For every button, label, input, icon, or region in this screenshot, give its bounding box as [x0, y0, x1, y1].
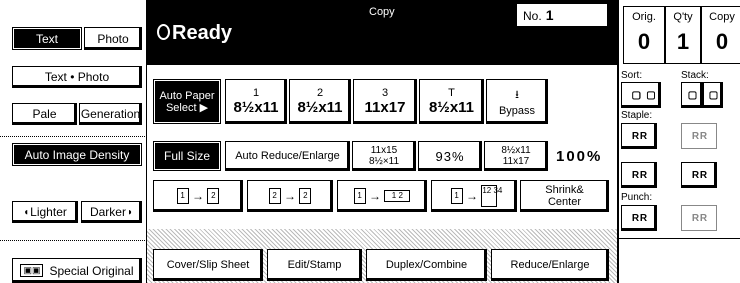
- auto-image-density-button[interactable]: Auto Image Density: [12, 143, 142, 166]
- tray-t-size: 8½x11: [428, 99, 475, 116]
- photo-button[interactable]: Photo: [84, 27, 142, 50]
- special-original-icon: ▣▣: [20, 264, 44, 277]
- 1-to-combine-4-button[interactable]: 1 → 12 34: [431, 180, 517, 212]
- pale-button[interactable]: Pale: [12, 103, 77, 125]
- preset-ratio-3-bottom: 11x17: [502, 156, 530, 167]
- preset-ratio-2-button[interactable]: 93%: [418, 141, 482, 171]
- preset-ratio-1-top: 11x15: [370, 145, 398, 156]
- text-photo-button[interactable]: Text • Photo: [12, 66, 142, 88]
- full-size-button[interactable]: Full Size: [153, 141, 221, 171]
- two-sided-icon: 2: [207, 188, 220, 204]
- tray-t-number: T: [448, 87, 455, 99]
- copies-value: 0: [715, 29, 729, 54]
- ready-icon: [157, 24, 170, 40]
- quantity-value: 1: [676, 29, 690, 54]
- preset-ratio-1-button[interactable]: 11x15 8½×11: [352, 141, 416, 171]
- tab-reduce-enlarge[interactable]: Reduce/Enlarge: [491, 249, 609, 281]
- one-sided-icon: 1: [450, 188, 463, 204]
- status-label: Ready: [172, 22, 233, 44]
- tray-1-size: 8½x11: [233, 99, 279, 116]
- program-number-label: No.: [523, 9, 542, 23]
- original-type-panel: Text Photo Text • Photo Pale Generation …: [0, 0, 147, 283]
- one-sided-icon: 1: [176, 188, 189, 204]
- counter-finishing-panel: Orig. 0 Q'ty 1 Copy 0 Sort: Stack: ▢▢ ▢ …: [617, 0, 740, 283]
- tray-2-number: 2: [316, 87, 324, 99]
- tray-3-size: 11x17: [364, 99, 406, 116]
- preset-ratio-3-top: 8½x11: [501, 145, 531, 156]
- copies-label: Copy: [709, 11, 735, 23]
- staple-left-two-button[interactable]: R R: [621, 162, 657, 188]
- current-ratio: 100%: [556, 148, 603, 165]
- sort-label: Sort:: [621, 70, 643, 81]
- two-sided-icon: 2: [299, 188, 312, 204]
- tray-1-button[interactable]: 1 8½x11: [225, 79, 287, 124]
- quantity-counter: Q'ty 1: [665, 6, 701, 64]
- tray-t-button[interactable]: T 8½x11: [419, 79, 484, 124]
- darker-button[interactable]: Darker ◗: [81, 201, 142, 223]
- tab-duplex-combine[interactable]: Duplex/Combine: [366, 249, 487, 281]
- originals-value: 0: [637, 29, 651, 54]
- generation-button[interactable]: Generation: [79, 103, 142, 125]
- staple-top-right-button[interactable]: R R: [681, 123, 717, 149]
- copies-counter: Copy 0: [701, 6, 740, 64]
- auto-paper-select-label: Auto Paper Select ▶: [159, 89, 215, 114]
- preset-ratio-1-bottom: 8½×11: [368, 156, 400, 167]
- originals-label: Orig.: [632, 11, 656, 23]
- tab-cover-slip-sheet[interactable]: Cover/Slip Sheet: [153, 249, 263, 281]
- text-button[interactable]: Text: [12, 27, 82, 50]
- punch-label: Punch:: [621, 192, 653, 203]
- sort-rotate-button[interactable]: ▢: [641, 82, 661, 108]
- one-sided-icon: 1: [353, 188, 366, 204]
- stack-label: Stack:: [681, 70, 709, 81]
- staple-top-two-button[interactable]: R R: [681, 162, 717, 188]
- tray-3-button[interactable]: 3 11x17: [353, 79, 417, 124]
- quantity-label: Q'ty: [673, 11, 693, 23]
- darker-icon: ◗: [126, 206, 134, 218]
- tab-edit-stamp[interactable]: Edit/Stamp: [267, 249, 362, 281]
- special-original-button[interactable]: ▣▣ Special Original: [12, 258, 142, 283]
- stack-rotate-button[interactable]: ▢: [703, 82, 723, 108]
- program-number-value: 1: [545, 7, 554, 23]
- staple-label: Staple:: [621, 110, 653, 121]
- mode-label: Copy: [369, 6, 395, 18]
- two-sided-icon: 2: [268, 188, 281, 204]
- bypass-button[interactable]: ⭳ Bypass: [486, 79, 548, 124]
- combine-four-icon: 12 34: [481, 185, 502, 207]
- combine-two-icon: 1 2: [384, 190, 411, 202]
- tray-2-button[interactable]: 2 8½x11: [289, 79, 351, 124]
- lighter-button[interactable]: ◖ Lighter: [12, 201, 78, 223]
- punch-left-button[interactable]: R R: [621, 205, 657, 231]
- shrink-center-label: Shrink& Center: [545, 184, 584, 208]
- shrink-center-button[interactable]: Shrink& Center: [520, 180, 609, 212]
- auto-reduce-enlarge-button[interactable]: Auto Reduce/Enlarge: [225, 141, 350, 171]
- originals-counter: Orig. 0: [623, 6, 665, 64]
- bypass-label: Bypass: [498, 105, 536, 117]
- program-number: No. 1: [517, 4, 607, 26]
- staple-top-left-button[interactable]: R R: [621, 123, 657, 149]
- tray-3-number: 3: [381, 87, 389, 99]
- status-ready: Ready: [157, 22, 232, 45]
- lighter-label: Lighter: [30, 205, 67, 219]
- special-original-label: Special Original: [49, 263, 134, 278]
- punch-top-button[interactable]: R R: [681, 205, 717, 231]
- tray-1-number: 1: [252, 87, 260, 99]
- panel-divider: [619, 238, 740, 239]
- auto-paper-select-button[interactable]: Auto Paper Select ▶: [153, 79, 221, 124]
- bypass-icon: ⭳: [515, 89, 519, 101]
- 1-to-combine-button[interactable]: 1 → 1 2: [337, 180, 427, 212]
- stack-button[interactable]: ▢: [681, 82, 703, 108]
- 2-to-2-sided-button[interactable]: 2 → 2: [247, 180, 333, 212]
- tray-2-size: 8½x11: [297, 99, 343, 116]
- preset-ratio-3-button[interactable]: 8½x11 11x17: [484, 141, 548, 171]
- darker-label: Darker: [89, 205, 126, 219]
- status-bar: Ready Copy No. 1: [147, 0, 617, 65]
- 1-to-2-sided-button[interactable]: 1 → 2: [153, 180, 243, 212]
- lighter-icon: ◖: [23, 206, 30, 218]
